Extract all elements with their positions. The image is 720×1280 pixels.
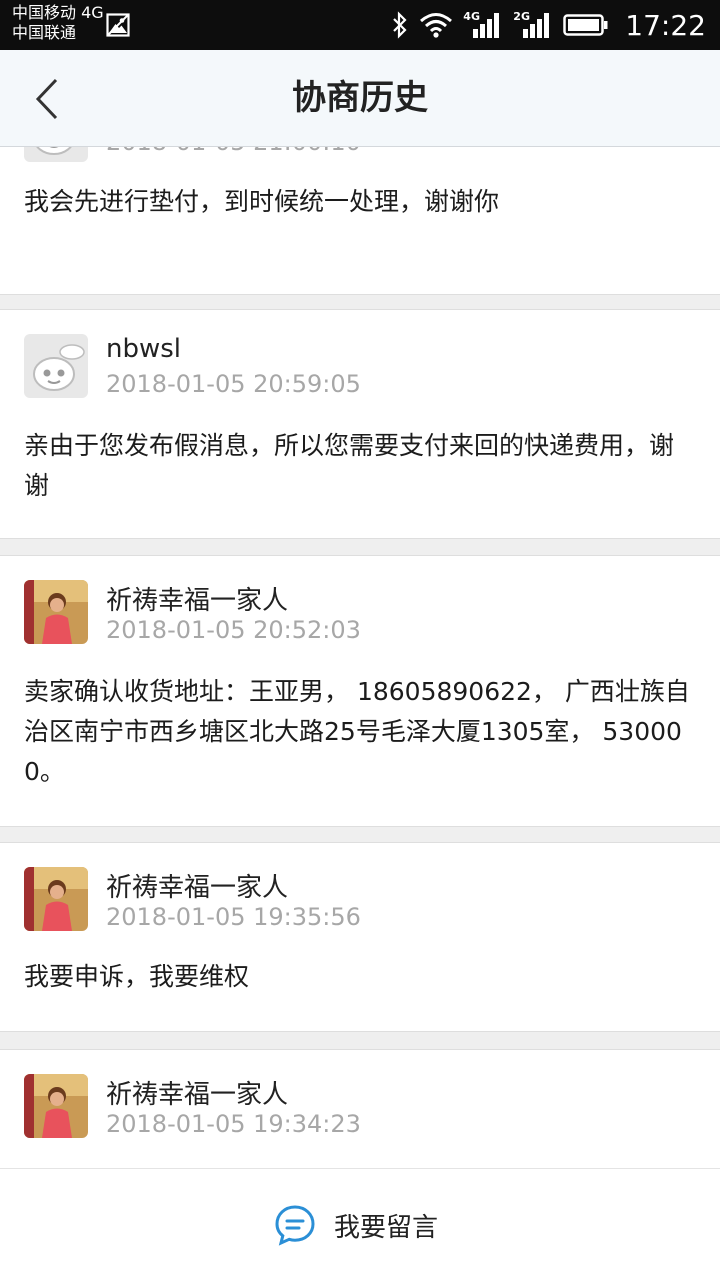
message-time: 2018-01-05 19:35:56 (106, 903, 361, 931)
carrier-2: 中国联通 (12, 23, 77, 42)
photo-avatar-icon (24, 1074, 88, 1138)
cartoon-avatar-icon (24, 334, 88, 398)
message-card: 祈祷幸福一家人 2018-01-05 19:34:23 (0, 1049, 720, 1168)
signal-2g: 2G (513, 10, 553, 40)
avatar (24, 147, 88, 162)
photo-avatar-icon (24, 867, 88, 931)
chat-bubble-icon (275, 1205, 315, 1246)
status-icons: 4G 2G 17:22 (391, 0, 706, 50)
message-text: 亲由于您发布假消息，所以您需要支付来回的快递费用，谢谢 (24, 431, 675, 500)
leave-message-button[interactable]: 我要留言 (274, 1203, 438, 1247)
avatar (24, 580, 88, 644)
carrier-1: 中国移动 4G (12, 3, 104, 22)
message-text: 卖家确认收货地址：王亚男， 18605890622， 广西壮族自治区南宁市西乡塘… (24, 677, 690, 786)
message-user: 祈祷幸福一家人 (106, 1080, 289, 1110)
message-text: 我要申诉，我要维权 (24, 962, 250, 991)
bluetooth-icon (393, 11, 407, 39)
image-notification-icon (106, 13, 130, 37)
message-list[interactable]: 2018-01-05 21:00:10 我会先进行垫付，到时候统一处理，谢谢你 … (0, 147, 720, 1168)
message-time: 2018-01-05 21:00:10 (106, 147, 361, 156)
photo-avatar-icon (24, 580, 88, 644)
message-card: 2018-01-05 21:00:10 我会先进行垫付，到时候统一处理，谢谢你 (0, 147, 720, 295)
avatar (24, 1074, 88, 1138)
signal-bars-icon (523, 13, 550, 38)
signal-bars-icon (473, 13, 500, 38)
page-title: 协商历史 (292, 78, 428, 118)
message-time: 2018-01-05 20:52:03 (106, 616, 361, 644)
battery-icon (563, 14, 608, 36)
message-time: 2018-01-05 19:34:23 (106, 1110, 361, 1138)
message-user: nbwsl (106, 334, 182, 364)
message-time: 2018-01-05 20:59:05 (106, 370, 361, 398)
message-user: 祈祷幸福一家人 (106, 586, 289, 616)
message-text: 我会先进行垫付，到时候统一处理，谢谢你 (24, 187, 500, 216)
message-user: 祈祷幸福一家人 (106, 873, 289, 903)
nav-header: 协商历史 (0, 50, 720, 147)
cartoon-avatar-icon (24, 147, 88, 162)
carrier-info: 中国移动 4G 中国联通 (12, 3, 104, 43)
avatar (24, 334, 88, 398)
status-bar: 中国移动 4G 中国联通 4G 2G 17:22 (0, 0, 720, 50)
signal-4g: 4G (463, 10, 503, 40)
message-card: 祈祷幸福一家人 2018-01-05 19:35:56 我要申诉，我要维权 (0, 842, 720, 1032)
message-card: 祈祷幸福一家人 2018-01-05 20:52:03 卖家确认收货地址：王亚男… (0, 555, 720, 827)
wifi-icon (420, 13, 453, 38)
avatar (24, 867, 88, 931)
message-card: nbwsl 2018-01-05 20:59:05 亲由于您发布假消息，所以您需… (0, 309, 720, 539)
screen: 中国移动 4G 中国联通 4G 2G 17:22 协商历史 我会先进行垫付，到时… (0, 0, 720, 1280)
leave-message-label: 我要留言 (334, 1212, 439, 1243)
bottom-bar: 我要留言 (0, 1168, 720, 1280)
clock: 17:22 (625, 8, 706, 42)
